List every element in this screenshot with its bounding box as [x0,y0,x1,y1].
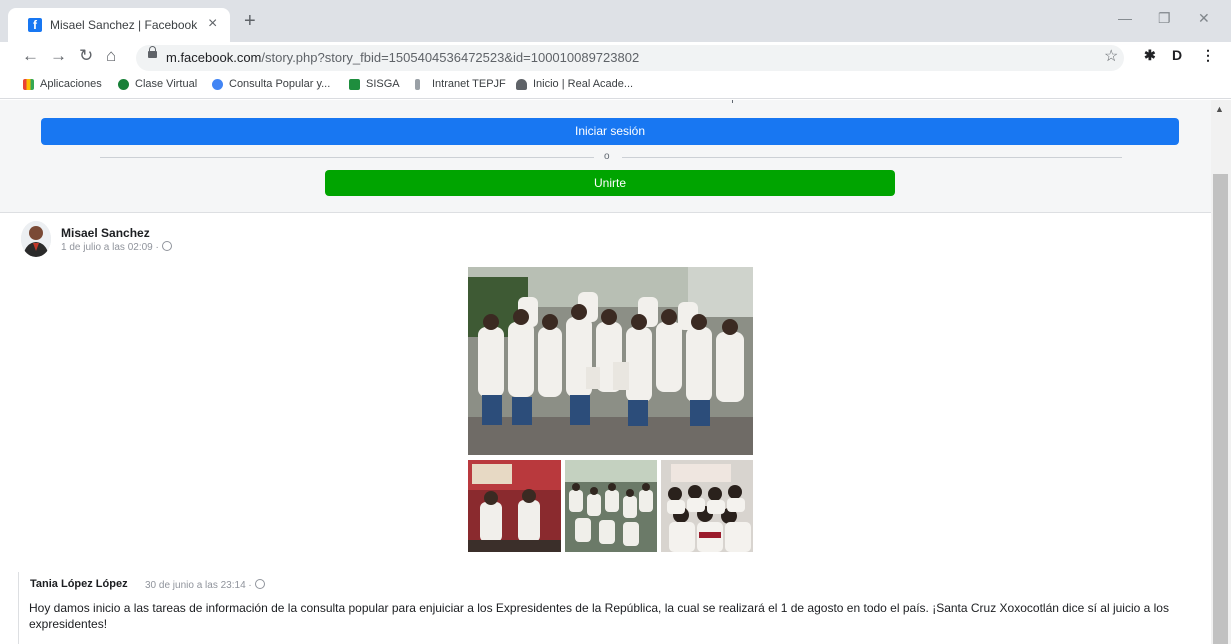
quoted-post-author[interactable]: Tania López López [30,578,128,590]
tab-title: Misael Sanchez | Facebook [50,18,198,32]
close-tab-icon[interactable]: × [208,15,217,33]
scroll-up-arrow-icon[interactable]: ▲ [1215,104,1224,114]
globe-icon [212,79,223,90]
bookmark-intranet-tepjf[interactable]: Intranet TEPJF [432,78,506,90]
extensions-puzzle-icon[interactable]: ✱ [1144,47,1156,64]
or-label: o [604,151,610,162]
new-tab-button[interactable]: + [244,11,256,31]
post-photo-4[interactable] [661,460,753,552]
login-button[interactable]: Iniciar sesión [41,118,1179,145]
restore-icon[interactable]: ❐ [1158,10,1171,27]
close-window-icon[interactable]: ✕ [1198,10,1210,27]
quoted-post-text: Hoy damos inicio a las tareas de informa… [29,601,1169,631]
bookmark-clase-virtual[interactable]: Clase Virtual [135,78,197,90]
lock-icon [148,46,157,58]
post-author[interactable]: Misael Sanchez [61,226,150,240]
bookmark-real-academia[interactable]: Inicio | Real Acade... [533,78,633,90]
quoted-post-timestamp[interactable]: 30 de junio a las 23:14 · [145,579,265,591]
bookmark-star-icon[interactable]: ☆ [1104,46,1118,66]
forward-arrow-icon[interactable]: → [50,46,67,66]
post-photo-2[interactable] [468,460,561,552]
menu-kebab-icon[interactable]: ⋮ [1201,47,1215,64]
scrollbar-thumb[interactable] [1213,174,1228,644]
facebook-favicon-icon: f [28,18,42,32]
author-avatar[interactable] [21,221,51,257]
join-button[interactable]: Unirte [325,170,895,196]
post-photo-main[interactable] [468,267,753,455]
post-photo-3[interactable] [565,460,657,552]
back-arrow-icon[interactable]: ← [22,46,39,66]
globe-icon [254,579,265,589]
tepjf-icon [415,79,420,90]
address-bar[interactable]: m.facebook.com/story.php?story_fbid=1505… [136,45,1124,71]
divider-left [100,157,594,158]
classroom-icon [118,79,129,90]
rae-icon [516,79,527,90]
sisga-icon [349,79,360,90]
apps-grid-icon [23,79,34,90]
minimize-icon[interactable]: — [1118,10,1132,26]
bookmark-consulta-popular[interactable]: Consulta Popular y... [229,78,330,90]
divider-right [622,157,1122,158]
browser-tab[interactable]: f Misael Sanchez | Facebook × [8,8,230,42]
url-text: m.facebook.com/story.php?story_fbid=1505… [166,50,640,65]
post-timestamp[interactable]: 1 de julio a las 02:09 · [61,241,172,253]
extension-d-icon[interactable]: D [1172,47,1182,63]
quoted-post-border [18,572,19,644]
divider-mark [732,100,733,103]
globe-icon [161,241,172,251]
bookmark-aplicaciones[interactable]: Aplicaciones [40,78,102,90]
home-icon[interactable]: ⌂ [106,46,116,66]
bookmark-sisga[interactable]: SISGA [366,78,400,90]
reload-icon[interactable]: ↻ [79,46,93,66]
